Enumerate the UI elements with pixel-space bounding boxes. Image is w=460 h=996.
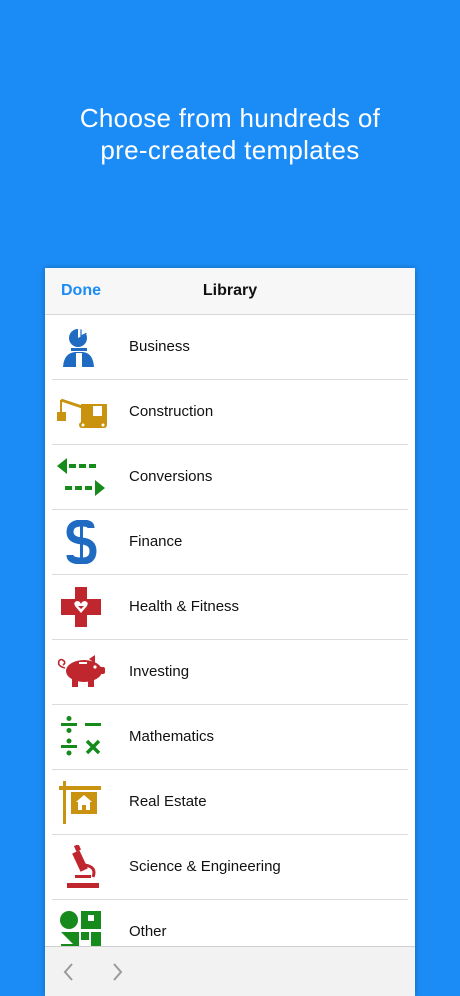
list-item-label: Other xyxy=(129,923,167,940)
bottom-toolbar xyxy=(45,946,415,996)
house-sign-icon xyxy=(55,780,107,824)
list-item-label: Investing xyxy=(129,663,190,680)
list-item-health-fitness[interactable]: Health & Fitness xyxy=(45,575,415,640)
list-item-label: Finance xyxy=(129,533,183,550)
list-item-label: Mathematics xyxy=(129,728,215,745)
business-person-chart-icon xyxy=(55,325,107,369)
math-operators-icon xyxy=(55,715,107,759)
list-item-real-estate[interactable]: Real Estate xyxy=(45,770,415,835)
list-item-conversions[interactable]: Conversions xyxy=(45,445,415,510)
crane-truck-icon xyxy=(55,390,107,434)
list-item-label: Science & Engineering xyxy=(129,858,281,875)
list-item-label: Construction xyxy=(129,403,214,420)
list-item-investing[interactable]: Investing xyxy=(45,640,415,705)
library-panel: Done Library Business Construction Conve… xyxy=(45,268,415,996)
headline: Choose from hundreds of pre-created temp… xyxy=(0,102,460,166)
headline-line-2: pre-created templates xyxy=(100,135,360,165)
list-item-label: Health & Fitness xyxy=(129,598,240,615)
microscope-icon xyxy=(55,845,107,889)
list-item-label: Real Estate xyxy=(129,793,207,810)
arrows-left-right-icon xyxy=(55,455,107,499)
piggy-bank-icon xyxy=(55,650,107,694)
navigation-bar: Done Library xyxy=(45,268,415,315)
library-list: Business Construction Conversions Financ… xyxy=(45,315,415,965)
list-item-label: Conversions xyxy=(129,468,213,485)
dollar-sign-icon xyxy=(55,520,107,564)
headline-line-1: Choose from hundreds of xyxy=(79,103,381,133)
chevron-left-icon xyxy=(59,961,79,983)
chevron-right-icon xyxy=(107,961,127,983)
list-item-science-engineering[interactable]: Science & Engineering xyxy=(45,835,415,900)
list-item-business[interactable]: Business xyxy=(45,315,415,380)
list-item-mathematics[interactable]: Mathematics xyxy=(45,705,415,770)
page-title: Library xyxy=(202,282,258,299)
forward-button[interactable] xyxy=(107,961,127,983)
list-item-label: Business xyxy=(129,338,190,355)
medical-cross-heart-icon xyxy=(55,585,107,629)
list-item-construction[interactable]: Construction xyxy=(45,380,415,445)
back-button[interactable] xyxy=(59,961,79,983)
list-item-finance[interactable]: Finance xyxy=(45,510,415,575)
